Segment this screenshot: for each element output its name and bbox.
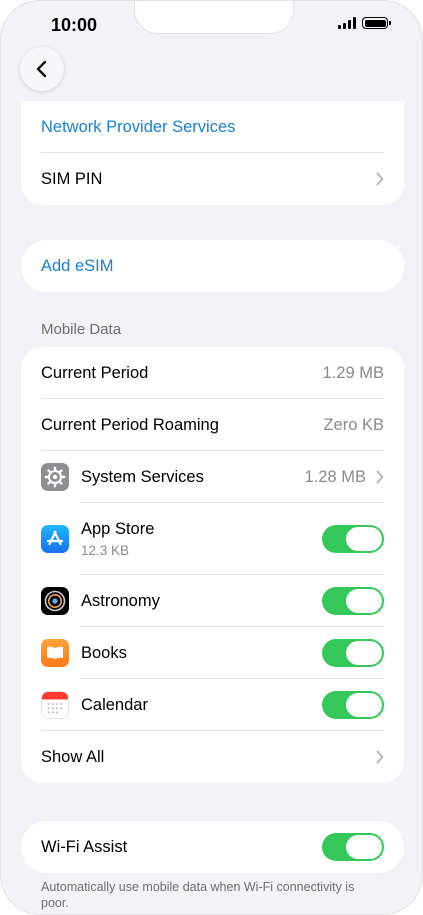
app-row-astronomy: Astronomy [21, 575, 404, 627]
sim-group: Network Provider Services SIM PIN [21, 101, 404, 205]
calendar-toggle[interactable] [322, 691, 384, 719]
back-button[interactable] [20, 47, 64, 91]
books-toggle[interactable] [322, 639, 384, 667]
show-all-row[interactable]: Show All [21, 731, 404, 783]
app-store-label: App Store [81, 520, 155, 538]
calendar-label: Calendar [81, 695, 148, 714]
current-period-roaming-label: Current Period Roaming [41, 415, 219, 434]
wifi-assist-group: Wi-Fi Assist [21, 821, 404, 873]
current-period-label: Current Period [41, 363, 149, 382]
esim-group: Add eSIM [21, 240, 404, 292]
current-period-value: 1.29 MB [322, 363, 384, 382]
chevron-left-icon [36, 60, 47, 78]
wifi-assist-row: Wi-Fi Assist [21, 821, 404, 873]
app-store-usage: 12.3 KB [81, 543, 130, 558]
sim-pin-label: SIM PIN [41, 169, 103, 188]
astronomy-label: Astronomy [81, 591, 160, 610]
current-period-row: Current Period 1.29 MB [21, 347, 404, 399]
signal-icon [338, 17, 356, 29]
notch [134, 1, 294, 34]
astronomy-icon [41, 587, 69, 615]
mobile-data-header: Mobile Data [41, 321, 122, 338]
app-store-icon [41, 525, 69, 553]
chevron-right-icon [376, 470, 384, 484]
show-all-label: Show All [41, 747, 105, 766]
chevron-right-icon [376, 750, 384, 764]
app-store-text: App Store 12.3 KB [81, 520, 322, 558]
system-services-label: System Services [81, 467, 204, 486]
wifi-assist-label: Wi-Fi Assist [41, 837, 128, 856]
chevron-right-icon [376, 172, 384, 186]
app-row-books: Books [21, 627, 404, 679]
system-services-value: 1.28 MB [304, 467, 366, 486]
wifi-assist-toggle[interactable] [322, 833, 384, 861]
system-services-row[interactable]: System Services 1.28 MB [21, 451, 404, 503]
phone-screen: 10:00 Network Provider Services SIM PIN … [0, 0, 423, 915]
wifi-assist-footer: Automatically use mobile data when Wi-Fi… [41, 880, 355, 910]
sim-pin-row[interactable]: SIM PIN [21, 153, 404, 205]
app-store-toggle[interactable] [322, 525, 384, 553]
app-row-app-store: App Store 12.3 KB [21, 503, 404, 575]
app-row-calendar: Calendar [21, 679, 404, 731]
books-label: Books [81, 643, 127, 662]
books-icon [41, 639, 69, 667]
status-icons [338, 17, 391, 29]
status-time: 10:00 [51, 15, 98, 35]
current-period-roaming-value: Zero KB [323, 415, 384, 434]
battery-icon [362, 17, 391, 29]
current-period-roaming-row: Current Period Roaming Zero KB [21, 399, 404, 451]
astronomy-toggle[interactable] [322, 587, 384, 615]
gear-icon [41, 463, 69, 491]
mobile-data-group: Current Period 1.29 MB Current Period Ro… [21, 347, 404, 783]
add-esim-link[interactable]: Add eSIM [21, 240, 404, 292]
network-provider-services-link[interactable]: Network Provider Services [21, 101, 404, 153]
calendar-icon [41, 691, 69, 719]
